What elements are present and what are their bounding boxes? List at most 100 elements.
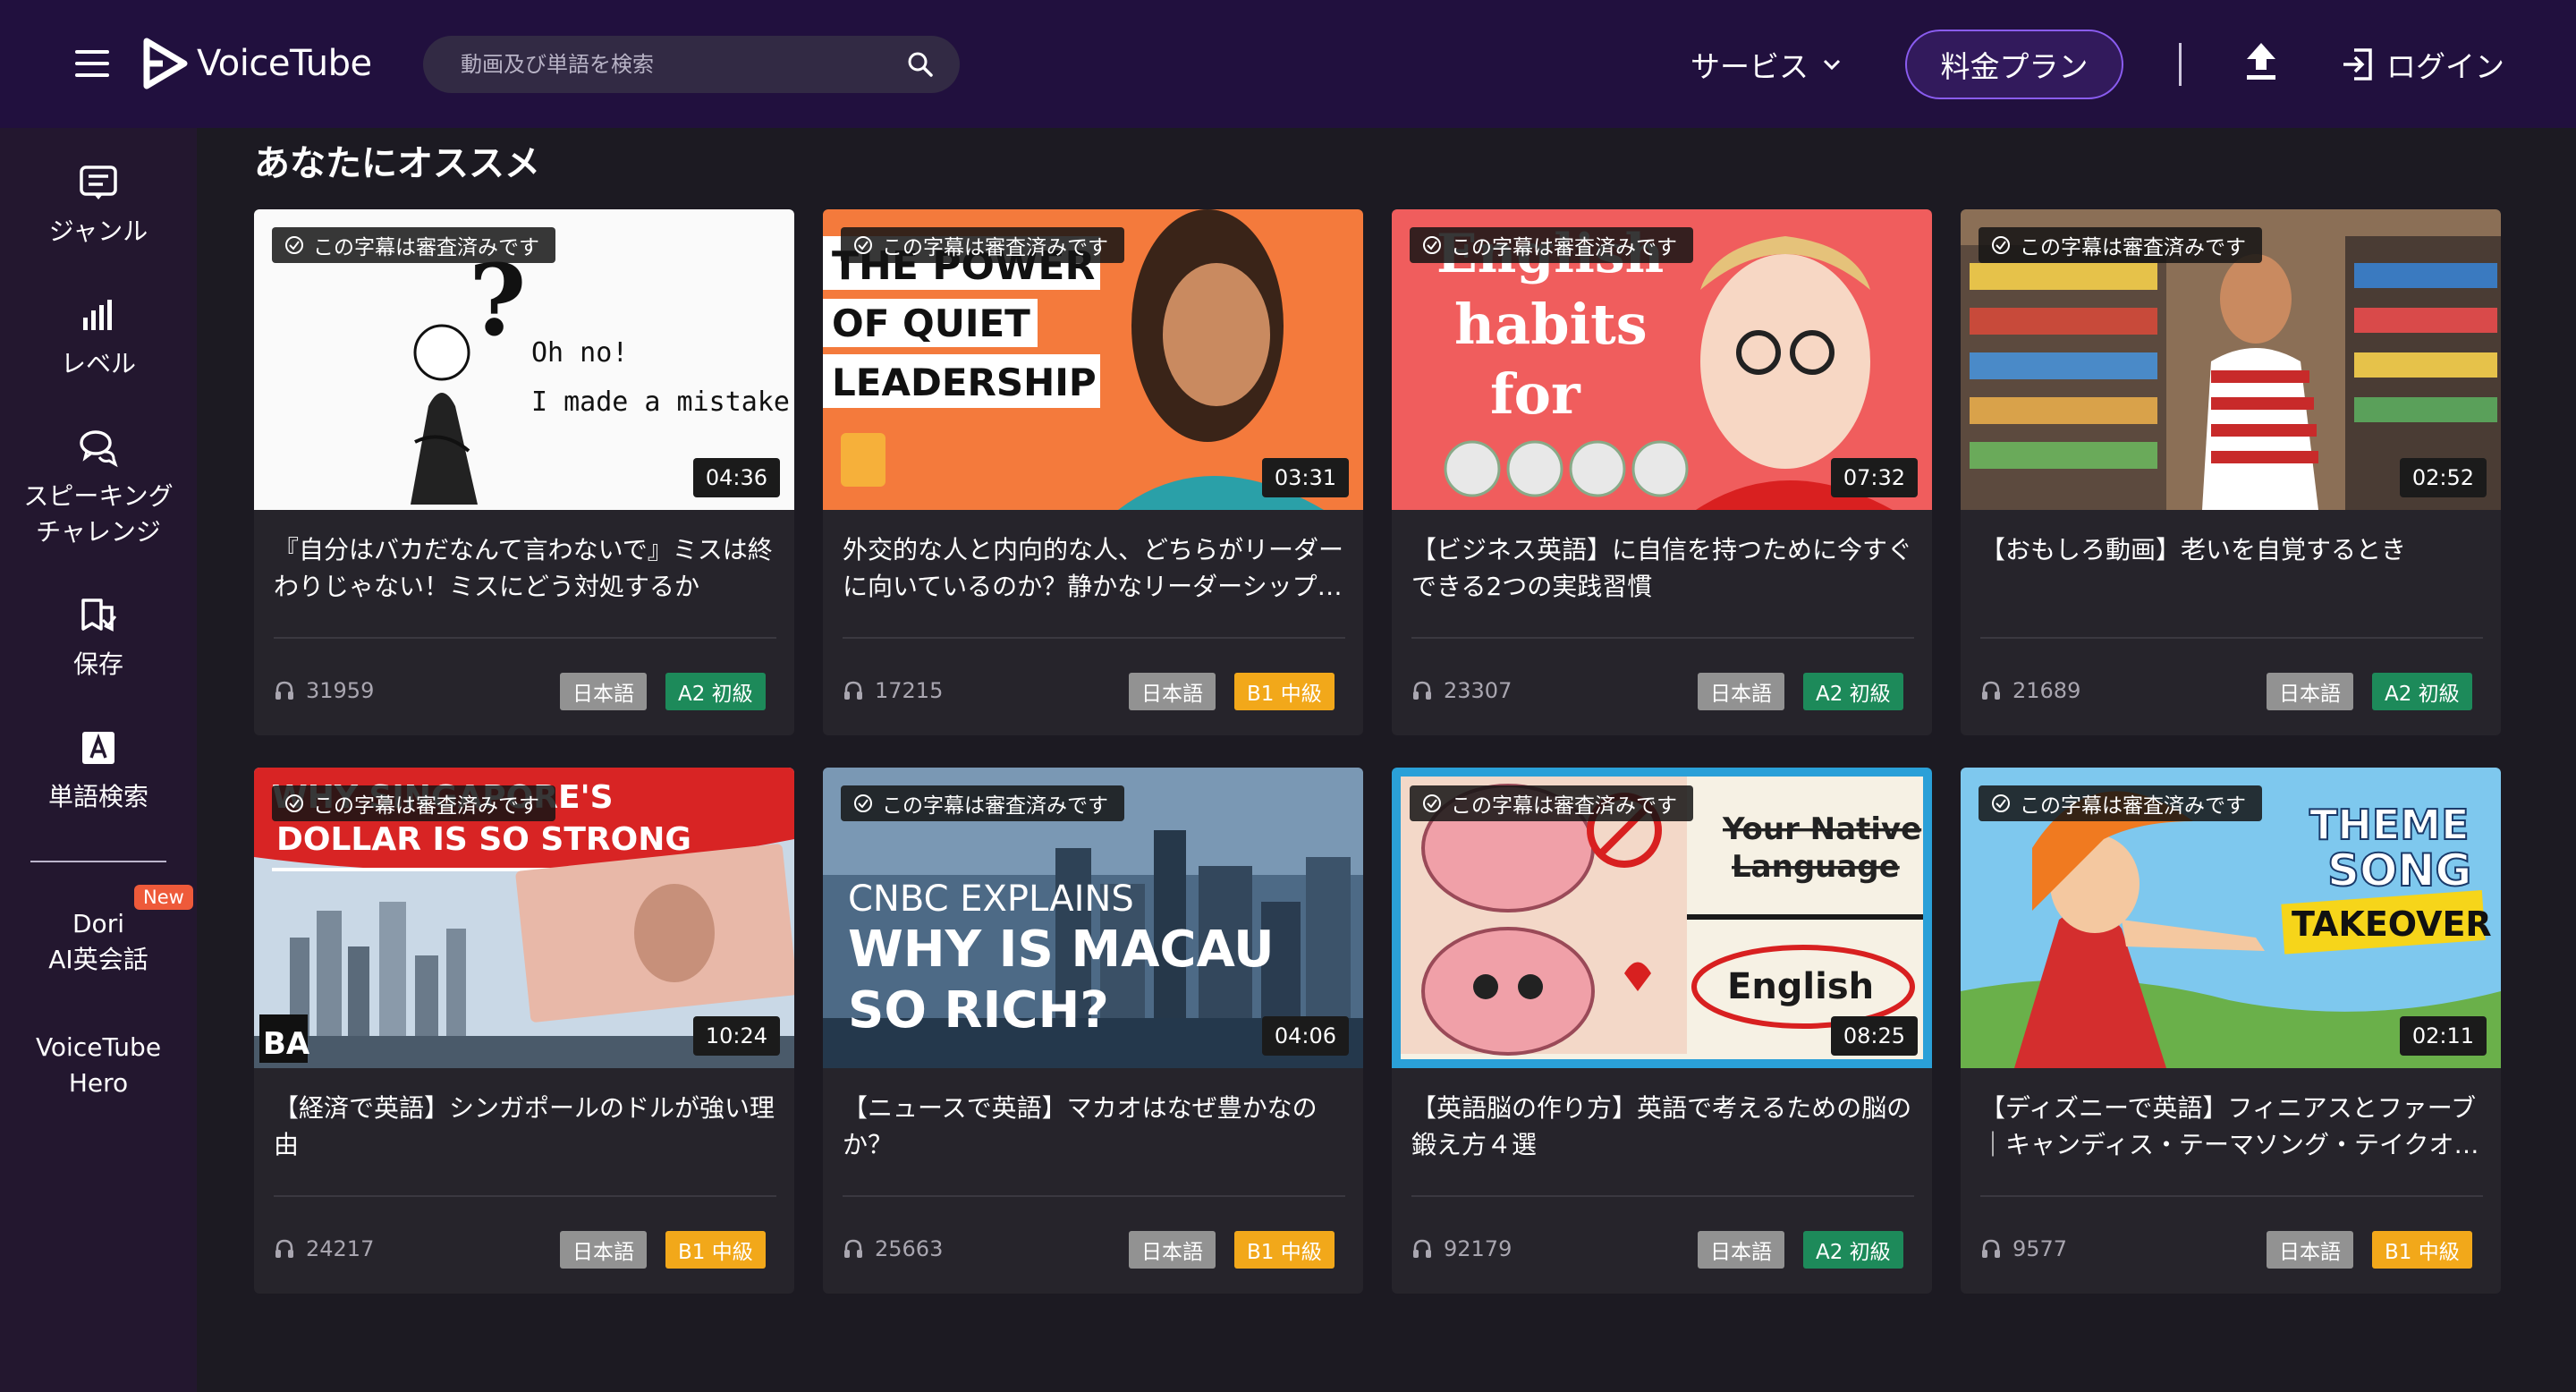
video-thumbnail[interactable]: WHY SINGAPORE'S DOLLAR IS SO STRONG BA こ… <box>254 768 794 1068</box>
headphones-icon <box>844 1239 862 1258</box>
login-label: ログイン <box>2386 49 2504 84</box>
language-tag: 日本語 <box>2267 673 2353 710</box>
header-divider <box>2179 43 2182 86</box>
sidebar-item-dori-ai[interactable]: Dori AI英会話 <box>0 906 197 978</box>
thumb-text: CNBC EXPLAINS <box>848 878 1134 920</box>
play-logo-icon <box>143 38 188 89</box>
video-thumbnail[interactable]: この字幕は審査済みです 02:52 <box>1961 209 2501 510</box>
verified-label: この字幕は審査済みです <box>882 794 1108 818</box>
video-title[interactable]: 【ビジネス英語】に自信を持つために今すぐできる2つの実践習慣 <box>1411 531 1914 605</box>
sidebar-item-genre[interactable]: ジャンル <box>0 162 197 250</box>
video-card[interactable]: THEME SONG TAKEOVER この字幕は審査済みです 02:11 【デ… <box>1961 768 2501 1294</box>
sidebar-item-voicetube-hero[interactable]: VoiceTube Hero <box>0 1030 197 1101</box>
video-title[interactable]: 【ディズニーで英語】フィニアスとファーブ｜キャンディス・テーマソング・テイクオ… <box>1980 1090 2483 1163</box>
view-count-value: 21689 <box>2012 678 2081 703</box>
thumb-text: SO RICH? <box>848 981 1109 1040</box>
thumb-text: Oh no! <box>531 337 628 369</box>
thumb-text: I made a mistake <box>531 386 790 418</box>
view-count-value: 17215 <box>875 678 944 703</box>
level-tag: B1 中級 <box>2372 1231 2472 1269</box>
video-title[interactable]: 【英語脳の作り方】英語で考えるための脳の鍛え方４選 <box>1411 1090 1914 1163</box>
sidebar-divider <box>30 861 166 862</box>
video-thumbnail[interactable]: CNBC EXPLAINS WHY IS MACAU SO RICH? この字幕… <box>823 768 1363 1068</box>
view-count: 24217 <box>274 1236 374 1261</box>
search-input[interactable] <box>459 51 906 78</box>
saved-book-icon <box>81 598 117 632</box>
search-bar[interactable] <box>423 36 960 93</box>
view-count: 31959 <box>274 678 374 703</box>
level-tag: B1 中級 <box>665 1231 766 1269</box>
video-card[interactable]: ? Oh no! I made a mistake この字幕は審査済みです 04… <box>254 209 794 735</box>
view-count: 92179 <box>1411 1236 1512 1261</box>
video-title[interactable]: 『自分はバカだなんて言わないで』ミスは終わりじゃない！ミスにどう対処するか <box>274 531 776 605</box>
view-count: 23307 <box>1411 678 1512 703</box>
verified-label: この字幕は審査済みです <box>313 794 539 818</box>
login-icon <box>2343 48 2372 81</box>
upload-icon[interactable] <box>2243 41 2279 82</box>
hamburger-menu-icon[interactable] <box>75 50 109 77</box>
login-button[interactable]: ログイン <box>2342 41 2504 88</box>
video-card[interactable]: THE POWER OF QUIET LEADERSHIP この字幕は審査済みで… <box>823 209 1363 735</box>
view-count-value: 92179 <box>1444 1236 1513 1261</box>
level-tag: B1 中級 <box>1234 673 1335 710</box>
view-count-value: 24217 <box>306 1236 375 1261</box>
video-thumbnail[interactable]: THE POWER OF QUIET LEADERSHIP この字幕は審査済みで… <box>823 209 1363 510</box>
thumb-text: THEME <box>2309 801 2470 849</box>
video-thumbnail[interactable]: THEME SONG TAKEOVER この字幕は審査済みです 02:11 <box>1961 768 2501 1068</box>
video-title[interactable]: 【おもしろ動画】老いを自覚するとき <box>1980 531 2483 568</box>
dori-sub-label: AI英会話 <box>48 945 148 974</box>
level-tag: A2 初級 <box>1803 1231 1903 1269</box>
thumb-text: habits <box>1454 292 1648 357</box>
verified-subtitle-badge: この字幕は審査済みです <box>1979 227 2262 263</box>
dori-label: Dori <box>72 909 124 938</box>
video-card[interactable]: English habits for この字幕は審査済みです 07:32 【ビジ… <box>1392 209 1932 735</box>
thumb-text: Language <box>1732 849 1900 885</box>
video-card[interactable]: WHY SINGAPORE'S DOLLAR IS SO STRONG BA こ… <box>254 768 794 1294</box>
card-divider <box>1980 637 2483 639</box>
view-count-value: 25663 <box>875 1236 944 1261</box>
language-tag: 日本語 <box>2267 1231 2353 1269</box>
dictionary-a-icon <box>82 732 114 764</box>
video-title[interactable]: 【経済で英語】シンガポールのドルが強い理由 <box>274 1090 776 1163</box>
language-tag: 日本語 <box>560 673 647 710</box>
video-duration: 08:25 <box>1830 1016 1918 1056</box>
section-title: あなたにオススメ <box>254 143 540 184</box>
sidebar-item-level[interactable]: レベル <box>0 294 197 382</box>
video-thumbnail[interactable]: ? Oh no! I made a mistake この字幕は審査済みです 04… <box>254 209 794 510</box>
language-tag: 日本語 <box>1698 673 1784 710</box>
video-duration: 07:32 <box>1830 458 1918 497</box>
video-thumbnail[interactable]: English habits for この字幕は審査済みです 07:32 <box>1392 209 1932 510</box>
headphones-icon <box>275 681 293 700</box>
thumb-text: WHY IS MACAU <box>848 921 1275 979</box>
view-count: 25663 <box>843 1236 943 1261</box>
verified-subtitle-badge: この字幕は審査済みです <box>272 785 555 821</box>
language-tag: 日本語 <box>1129 1231 1216 1269</box>
voicetube-logo[interactable]: VoiceTube <box>143 38 372 89</box>
video-thumbnail[interactable]: Your Native Language English この字幕は審査済みです… <box>1392 768 1932 1068</box>
video-title[interactable]: 外交的な人と内向的な人、どちらがリーダーに向いているのか？静かなリーダーシップ… <box>843 531 1345 605</box>
language-tag: 日本語 <box>1129 673 1216 710</box>
sidebar-item-label: 単語検索 <box>47 782 148 811</box>
video-title[interactable]: 【ニュースで英語】マカオはなぜ豊かなのか？ <box>843 1090 1345 1163</box>
pricing-plan-button[interactable]: 料金プラン <box>1905 30 2123 99</box>
view-count-value: 31959 <box>306 678 375 703</box>
genre-icon <box>80 166 117 199</box>
sidebar-item-label: 保存 <box>72 649 123 679</box>
search-icon[interactable] <box>906 50 935 79</box>
level-tag: A2 初級 <box>2372 673 2472 710</box>
video-card[interactable]: Your Native Language English この字幕は審査済みです… <box>1392 768 1932 1294</box>
card-divider <box>1980 1195 2483 1197</box>
thumb-text: OF QUIET <box>832 301 1030 345</box>
video-duration: 04:06 <box>1261 1016 1349 1056</box>
sidebar-item-saved[interactable]: 保存 <box>0 595 197 683</box>
sidebar-item-word-search[interactable]: 単語検索 <box>0 727 197 815</box>
verified-subtitle-badge: この字幕は審査済みです <box>272 227 555 263</box>
hero-label: VoiceTube <box>35 1032 162 1062</box>
video-card[interactable]: この字幕は審査済みです 02:52 【おもしろ動画】老いを自覚するとき 2168… <box>1961 209 2501 735</box>
video-card[interactable]: CNBC EXPLAINS WHY IS MACAU SO RICH? この字幕… <box>823 768 1363 1294</box>
thumb-text: BA <box>263 1026 310 1062</box>
verified-label: この字幕は審査済みです <box>1451 236 1677 259</box>
sidebar-item-speaking-challenge[interactable]: スピーキング チャレンジ <box>0 427 197 550</box>
service-menu[interactable]: サービス <box>1690 41 1843 88</box>
chat-bubbles-icon <box>80 430 118 468</box>
